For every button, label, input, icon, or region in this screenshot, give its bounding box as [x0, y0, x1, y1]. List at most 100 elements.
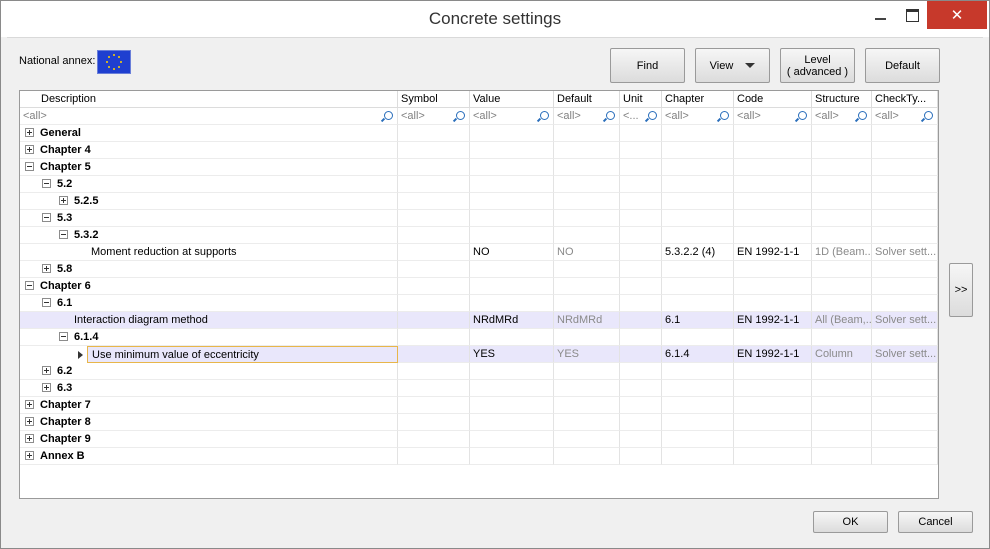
- default-button[interactable]: Default: [865, 48, 940, 83]
- table-row[interactable]: 6.1.4: [20, 329, 938, 346]
- cell-value[interactable]: [470, 261, 554, 278]
- cell-value[interactable]: [470, 431, 554, 448]
- cell-desc[interactable]: General: [20, 125, 398, 142]
- cell-value[interactable]: [470, 210, 554, 227]
- cell-desc[interactable]: 5.8: [20, 261, 398, 278]
- column-header[interactable]: Code: [734, 91, 812, 108]
- cell-value[interactable]: [470, 380, 554, 397]
- table-row[interactable]: Chapter 7: [20, 397, 938, 414]
- filter-cell[interactable]: <all>: [734, 108, 812, 125]
- column-header[interactable]: CheckTy...: [872, 91, 938, 108]
- search-icon[interactable]: [456, 111, 465, 120]
- table-row[interactable]: Chapter 9: [20, 431, 938, 448]
- table-row[interactable]: 6.3: [20, 380, 938, 397]
- search-icon[interactable]: [648, 111, 657, 120]
- cell-value[interactable]: [470, 159, 554, 176]
- table-row[interactable]: Chapter 6: [20, 278, 938, 295]
- cell-desc[interactable]: 6.1: [20, 295, 398, 312]
- maximize-button[interactable]: [897, 1, 927, 29]
- cell-desc[interactable]: 5.2.5: [20, 193, 398, 210]
- search-icon[interactable]: [384, 111, 393, 120]
- cell-value[interactable]: [470, 142, 554, 159]
- close-button[interactable]: ✕: [927, 1, 987, 29]
- collapse-icon[interactable]: [59, 229, 68, 239]
- column-header[interactable]: Symbol: [398, 91, 470, 108]
- filter-cell[interactable]: <all>: [20, 108, 398, 125]
- expand-icon[interactable]: [25, 450, 34, 460]
- collapse-icon[interactable]: [42, 297, 51, 307]
- table-row[interactable]: Chapter 8: [20, 414, 938, 431]
- search-icon[interactable]: [924, 111, 933, 120]
- expand-icon[interactable]: [42, 365, 51, 375]
- cell-desc[interactable]: Chapter 5: [20, 159, 398, 176]
- search-icon[interactable]: [858, 111, 867, 120]
- cell-value[interactable]: [470, 176, 554, 193]
- filter-cell[interactable]: <all>: [812, 108, 872, 125]
- collapse-icon[interactable]: [25, 161, 34, 171]
- expand-icon[interactable]: [25, 127, 34, 137]
- column-header[interactable]: Unit: [620, 91, 662, 108]
- filter-cell[interactable]: <all>: [662, 108, 734, 125]
- cell-value[interactable]: [470, 414, 554, 431]
- cell-desc[interactable]: 5.3.2: [20, 227, 398, 244]
- expand-icon[interactable]: [25, 144, 34, 154]
- cell-desc[interactable]: 5.2: [20, 176, 398, 193]
- cell-desc[interactable]: 5.3: [20, 210, 398, 227]
- collapse-icon[interactable]: [42, 178, 51, 188]
- expand-icon[interactable]: [59, 195, 68, 205]
- column-header[interactable]: Chapter: [662, 91, 734, 108]
- table-row[interactable]: 5.2.5: [20, 193, 938, 210]
- table-row[interactable]: General: [20, 125, 938, 142]
- cell-desc[interactable]: Chapter 8: [20, 414, 398, 431]
- cell-value[interactable]: [470, 397, 554, 414]
- search-icon[interactable]: [606, 111, 615, 120]
- expand-icon[interactable]: [25, 399, 34, 409]
- cell-desc[interactable]: Interaction diagram method: [20, 312, 398, 329]
- cell-value[interactable]: [470, 295, 554, 312]
- table-row[interactable]: 6.2: [20, 363, 938, 380]
- cell-desc[interactable]: 6.1.4: [20, 329, 398, 346]
- eu-flag-icon[interactable]: [97, 50, 131, 74]
- table-row[interactable]: 5.8: [20, 261, 938, 278]
- cell-desc[interactable]: Use minimum value of eccentricity: [87, 346, 398, 363]
- cell-value[interactable]: [470, 278, 554, 295]
- column-header[interactable]: Default: [554, 91, 620, 108]
- cell-desc[interactable]: Moment reduction at supports: [20, 244, 398, 261]
- expand-panel-button[interactable]: >>: [949, 263, 973, 317]
- filter-cell[interactable]: <all>: [398, 108, 470, 125]
- search-icon[interactable]: [540, 111, 549, 120]
- column-header[interactable]: Value: [470, 91, 554, 108]
- column-header[interactable]: Structure: [812, 91, 872, 108]
- level-button[interactable]: Level ( advanced ): [780, 48, 855, 83]
- table-row[interactable]: 6.1: [20, 295, 938, 312]
- collapse-icon[interactable]: [25, 280, 34, 290]
- ok-button[interactable]: OK: [813, 511, 888, 533]
- filter-cell[interactable]: <...: [620, 108, 662, 125]
- table-row[interactable]: Moment reduction at supports NO NO 5.3.2.2 …: [20, 244, 938, 261]
- table-row[interactable]: 5.3: [20, 210, 938, 227]
- search-icon[interactable]: [720, 111, 729, 120]
- cell-value[interactable]: [470, 125, 554, 142]
- cell-desc[interactable]: Annex B: [20, 448, 398, 465]
- table-row[interactable]: 5.2: [20, 176, 938, 193]
- cell-value[interactable]: [470, 363, 554, 380]
- cell-value[interactable]: YES: [470, 346, 554, 363]
- cell-desc[interactable]: Chapter 9: [20, 431, 398, 448]
- table-row[interactable]: Annex B: [20, 448, 938, 465]
- expand-icon[interactable]: [25, 433, 34, 443]
- table-row[interactable]: 5.3.2: [20, 227, 938, 244]
- cell-value[interactable]: [470, 227, 554, 244]
- column-header[interactable]: Description: [20, 91, 398, 108]
- expand-icon[interactable]: [42, 382, 51, 392]
- view-button[interactable]: View: [695, 48, 770, 83]
- collapse-icon[interactable]: [59, 331, 68, 341]
- expand-icon[interactable]: [25, 416, 34, 426]
- cancel-button[interactable]: Cancel: [898, 511, 973, 533]
- cell-value[interactable]: NO: [470, 244, 554, 261]
- collapse-icon[interactable]: [42, 212, 51, 222]
- cell-value[interactable]: NRdMRd: [470, 312, 554, 329]
- table-row[interactable]: Chapter 4: [20, 142, 938, 159]
- search-icon[interactable]: [798, 111, 807, 120]
- cell-value[interactable]: [470, 329, 554, 346]
- find-button[interactable]: Find: [610, 48, 685, 83]
